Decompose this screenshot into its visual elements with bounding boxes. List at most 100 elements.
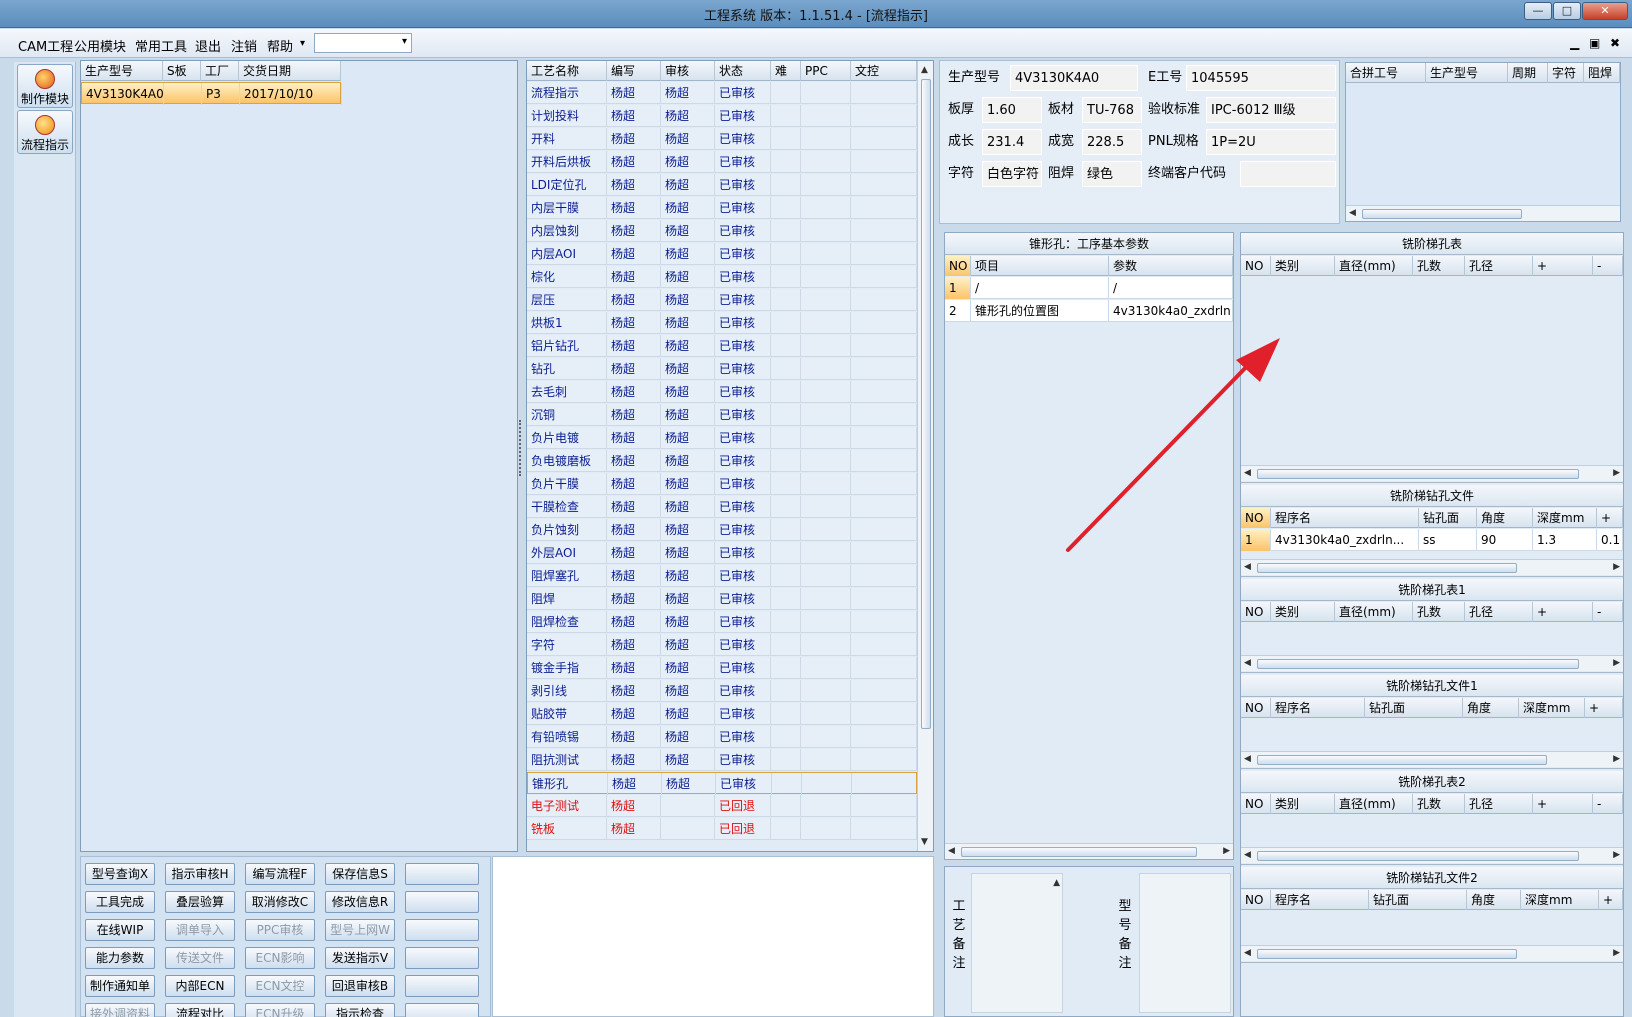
- close-button[interactable]: ✕: [1582, 2, 1628, 20]
- table-row[interactable]: 内层蚀刻 杨超 杨超 已审核: [527, 220, 917, 242]
- action-button[interactable]: 流程对比: [165, 1003, 235, 1017]
- table-row[interactable]: 去毛刺 杨超 杨超 已审核: [527, 381, 917, 403]
- table-row[interactable]: 阻焊塞孔 杨超 杨超 已审核: [527, 565, 917, 587]
- col-header[interactable]: 孔径: [1465, 794, 1533, 814]
- scroll-right-icon[interactable]: ▶: [1613, 466, 1620, 480]
- table-row[interactable]: 棕化 杨超 杨超 已审核: [527, 266, 917, 288]
- blank-button[interactable]: [405, 1003, 479, 1017]
- table-row[interactable]: 钻孔 杨超 杨超 已审核: [527, 358, 917, 380]
- table-row[interactable]: 内层AOI 杨超 杨超 已审核: [527, 243, 917, 265]
- scroll-left-icon[interactable]: ◀: [1244, 752, 1251, 766]
- col-header[interactable]: 生产型号: [1426, 63, 1508, 83]
- col-header[interactable]: NO: [1241, 794, 1271, 814]
- mask-field[interactable]: 绿色: [1082, 161, 1142, 187]
- model-field[interactable]: 4V3130K4A0: [1010, 65, 1138, 91]
- action-button[interactable]: 工具完成: [85, 891, 155, 913]
- menu-help[interactable]: 帮助: [267, 36, 293, 55]
- mdi-minimize-button[interactable]: ▁: [1570, 36, 1579, 50]
- col-header[interactable]: 文控: [851, 61, 917, 81]
- action-button[interactable]: 叠层验算: [165, 891, 235, 913]
- mdi-restore-button[interactable]: ▣: [1589, 36, 1600, 50]
- step-table-horizontal-scrollbar[interactable]: ◀ ▶: [1241, 559, 1623, 575]
- col-header[interactable]: 孔数: [1413, 602, 1465, 622]
- table-row[interactable]: 剥引线 杨超 杨超 已审核: [527, 680, 917, 702]
- menu-help-caret-icon[interactable]: ▾: [300, 38, 305, 49]
- action-button[interactable]: 指示审核H: [165, 863, 235, 885]
- action-button[interactable]: 型号上网W: [325, 919, 395, 941]
- menu-logout[interactable]: 注销: [231, 36, 257, 55]
- menu-exit[interactable]: 退出: [195, 36, 221, 55]
- col-header[interactable]: 孔数: [1413, 256, 1465, 276]
- col-header[interactable]: 工厂: [201, 61, 239, 81]
- col-header[interactable]: -: [1593, 602, 1623, 622]
- table-row[interactable]: 铝片钻孔 杨超 杨超 已审核: [527, 335, 917, 357]
- model-notes-field[interactable]: [1139, 873, 1231, 1013]
- scroll-left-icon[interactable]: ◀: [1244, 848, 1251, 862]
- col-header[interactable]: 角度: [1467, 890, 1521, 910]
- table-row[interactable]: 负片电镀 杨超 杨超 已审核: [527, 427, 917, 449]
- col-header[interactable]: 钻孔面: [1365, 698, 1463, 718]
- col-header[interactable]: +: [1599, 890, 1623, 910]
- table-row[interactable]: 电子测试 杨超 已回退: [527, 795, 917, 817]
- col-header[interactable]: NO: [1241, 602, 1271, 622]
- scroll-right-icon[interactable]: ▶: [1613, 560, 1620, 574]
- action-button[interactable]: 接外调资料: [85, 1003, 155, 1017]
- blank-button[interactable]: [405, 919, 479, 941]
- table-row[interactable]: 内层干膜 杨超 杨超 已审核: [527, 197, 917, 219]
- col-header[interactable]: NO: [1241, 698, 1271, 718]
- col-header[interactable]: 审核: [661, 61, 715, 81]
- scroll-thumb[interactable]: [961, 847, 1197, 857]
- table-row[interactable]: 1 4v3130k4a0_zxdrln... ss 90 1.3 0.1: [1241, 529, 1623, 551]
- material-field[interactable]: TU-768: [1082, 97, 1142, 123]
- step-table-horizontal-scrollbar[interactable]: ◀ ▶: [1241, 751, 1623, 767]
- table-row[interactable]: 负电镀磨板 杨超 杨超 已审核: [527, 450, 917, 472]
- scroll-left-icon[interactable]: ◀: [1244, 656, 1251, 670]
- action-button[interactable]: 发送指示V: [325, 947, 395, 969]
- col-header[interactable]: +: [1597, 508, 1623, 528]
- col-header[interactable]: 直径(mm): [1335, 794, 1413, 814]
- table-row[interactable]: 负片干膜 杨超 杨超 已审核: [527, 473, 917, 495]
- blank-button[interactable]: [405, 975, 479, 997]
- table-row[interactable]: 字符 杨超 杨超 已审核: [527, 634, 917, 656]
- minimize-button[interactable]: —: [1524, 2, 1552, 20]
- splitter-handle[interactable]: [519, 420, 525, 476]
- scroll-thumb[interactable]: [921, 79, 931, 729]
- col-header[interactable]: S板: [163, 61, 201, 81]
- col-header[interactable]: NO: [945, 256, 971, 276]
- scroll-thumb[interactable]: [1257, 755, 1547, 765]
- blank-button[interactable]: [405, 891, 479, 913]
- col-header[interactable]: +: [1533, 794, 1593, 814]
- col-header[interactable]: 角度: [1463, 698, 1519, 718]
- col-header[interactable]: 孔径: [1465, 602, 1533, 622]
- col-header[interactable]: 深度mm: [1519, 698, 1585, 718]
- action-button[interactable]: 调单导入: [165, 919, 235, 941]
- col-header[interactable]: -: [1593, 256, 1623, 276]
- menu-cam[interactable]: CAM工程: [18, 36, 73, 55]
- col-header[interactable]: 合拼工号: [1346, 63, 1426, 83]
- col-header[interactable]: NO: [1241, 256, 1271, 276]
- col-header[interactable]: 深度mm: [1533, 508, 1597, 528]
- mdi-close-button[interactable]: ✖: [1610, 36, 1620, 50]
- col-header[interactable]: 直径(mm): [1335, 256, 1413, 276]
- action-button[interactable]: 制作通知单: [85, 975, 155, 997]
- table-row[interactable]: 4V3130K4A0 P3 2017/10/10: [81, 82, 342, 105]
- blank-button[interactable]: [405, 863, 479, 885]
- table-row[interactable]: 烘板1 杨超 杨超 已审核: [527, 312, 917, 334]
- length-field[interactable]: 231.4: [982, 129, 1042, 155]
- standard-field[interactable]: IPC-6012 Ⅲ级: [1206, 97, 1336, 123]
- action-button[interactable]: 在线WIP: [85, 919, 155, 941]
- width-field[interactable]: 228.5: [1082, 129, 1142, 155]
- pnl-field[interactable]: 1P=2U: [1206, 129, 1336, 155]
- chevron-down-icon[interactable]: ▾: [402, 36, 407, 47]
- table-row[interactable]: 干膜检查 杨超 杨超 已审核: [527, 496, 917, 518]
- step-table-horizontal-scrollbar[interactable]: ◀ ▶: [1241, 847, 1623, 863]
- col-header[interactable]: 字符: [1548, 63, 1584, 83]
- scroll-thumb[interactable]: [1257, 563, 1517, 573]
- table-row[interactable]: 铣板 杨超 已回退: [527, 818, 917, 840]
- step-table-horizontal-scrollbar[interactable]: ◀ ▶: [1241, 655, 1623, 671]
- col-header[interactable]: +: [1585, 698, 1623, 718]
- table-row[interactable]: 有铅喷锡 杨超 杨超 已审核: [527, 726, 917, 748]
- table-row[interactable]: 外层AOI 杨超 杨超 已审核: [527, 542, 917, 564]
- customer-code-field[interactable]: [1240, 161, 1336, 187]
- col-header[interactable]: 程序名: [1271, 508, 1419, 528]
